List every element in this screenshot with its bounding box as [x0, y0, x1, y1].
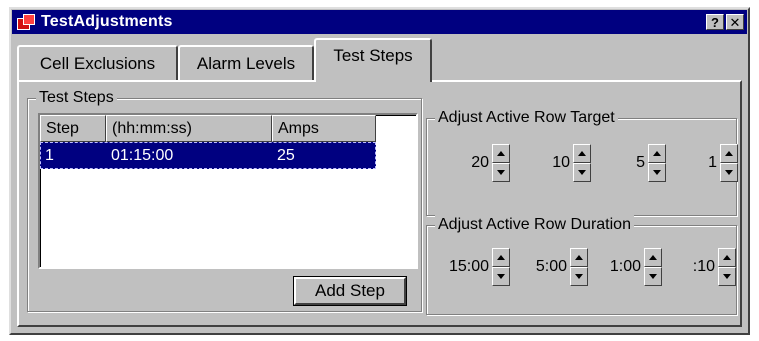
target-value-label: 1: [708, 154, 717, 171]
test-adjustments-window: TestAdjustments ? ✕ Cell Exclusions Alar…: [9, 7, 750, 335]
target-adjust-20: 20: [439, 144, 513, 182]
target-value-label: 5: [636, 154, 645, 171]
spin-down-button[interactable]: [644, 267, 662, 286]
arrow-down-icon: [497, 170, 505, 175]
duration-0-10-spinner[interactable]: [718, 248, 736, 286]
arrow-up-icon: [649, 255, 657, 260]
tab-cell-exclusions[interactable]: Cell Exclusions: [17, 45, 178, 80]
arrow-down-icon: [497, 274, 505, 279]
arrow-up-icon: [575, 255, 583, 260]
spin-up-button[interactable]: [492, 248, 510, 267]
title-bar[interactable]: TestAdjustments ? ✕: [12, 10, 747, 34]
list-header: Step (hh:mm:ss) Amps: [40, 115, 416, 142]
target-value-label: 20: [471, 154, 489, 171]
arrow-down-icon: [725, 170, 733, 175]
target-adjust-5: 5: [595, 144, 667, 182]
tab-alarm-levels[interactable]: Alarm Levels: [178, 45, 314, 80]
app-icon: [17, 14, 35, 30]
target-10-spinner[interactable]: [573, 144, 591, 182]
cell-time: 01:15:00: [111, 146, 174, 164]
test-steps-group: Test Steps Step (hh:mm:ss) Amps 1 01:15:…: [27, 88, 422, 312]
arrow-up-icon: [723, 255, 731, 260]
arrow-down-icon: [653, 170, 661, 175]
arrow-down-icon: [723, 274, 731, 279]
spin-down-button[interactable]: [573, 163, 591, 182]
duration-value-label: :10: [692, 258, 715, 275]
arrow-up-icon: [578, 151, 586, 156]
target-group-label: Adjust Active Row Target: [435, 108, 618, 128]
help-button[interactable]: ?: [706, 14, 724, 30]
arrow-up-icon: [653, 151, 661, 156]
test-steps-group-label: Test Steps: [36, 88, 117, 108]
spin-up-button[interactable]: [492, 144, 510, 163]
spin-up-button[interactable]: [570, 248, 588, 267]
spin-down-button[interactable]: [718, 267, 736, 286]
table-row[interactable]: 1 01:15:00 25: [40, 142, 376, 169]
duration-value-label: 5:00: [535, 258, 567, 275]
duration-1-00-spinner[interactable]: [644, 248, 662, 286]
target-20-spinner[interactable]: [492, 144, 510, 182]
duration-15-00-spinner[interactable]: [492, 248, 510, 286]
spin-up-button[interactable]: [718, 248, 736, 267]
duration-5-00-spinner[interactable]: [570, 248, 588, 286]
cell-step: 1: [45, 146, 54, 164]
spin-down-button[interactable]: [570, 267, 588, 286]
target-value-label: 10: [552, 154, 570, 171]
close-button[interactable]: ✕: [726, 14, 744, 30]
target-group: Adjust Active Row Target 20 10 5 1: [426, 108, 739, 216]
arrow-up-icon: [725, 151, 733, 156]
target-adjust-1: 1: [667, 144, 739, 182]
arrow-up-icon: [497, 151, 505, 156]
target-1-spinner[interactable]: [720, 144, 738, 182]
duration-group: Adjust Active Row Duration 15:00 5:00 1:…: [426, 215, 739, 315]
tab-test-steps[interactable]: Test Steps: [314, 38, 432, 82]
spin-up-button[interactable]: [644, 248, 662, 267]
column-header-amps[interactable]: Amps: [272, 115, 376, 142]
spin-down-button[interactable]: [648, 163, 666, 182]
duration-group-label: Adjust Active Row Duration: [435, 215, 634, 235]
target-adjust-10: 10: [520, 144, 592, 182]
arrow-down-icon: [578, 170, 586, 175]
spin-up-button[interactable]: [648, 144, 666, 163]
spin-down-button[interactable]: [492, 163, 510, 182]
arrow-down-icon: [575, 274, 583, 279]
column-header-step[interactable]: Step: [40, 115, 106, 142]
duration-adjust-1-00: 1:00: [589, 248, 667, 286]
duration-value-label: 15:00: [448, 258, 489, 275]
duration-adjust-5-00: 5:00: [515, 248, 591, 286]
spin-down-button[interactable]: [492, 267, 510, 286]
duration-adjust-0-10: :10: [667, 248, 739, 286]
arrow-up-icon: [497, 255, 505, 260]
test-steps-list[interactable]: Step (hh:mm:ss) Amps 1 01:15:00 25: [38, 113, 418, 269]
test-steps-panel: Test Steps Step (hh:mm:ss) Amps 1 01:15:…: [17, 80, 742, 327]
cell-amps: 25: [277, 146, 295, 164]
duration-value-label: 1:00: [609, 258, 641, 275]
spin-up-button[interactable]: [720, 144, 738, 163]
spin-up-button[interactable]: [573, 144, 591, 163]
target-5-spinner[interactable]: [648, 144, 666, 182]
duration-adjust-15-00: 15:00: [427, 248, 513, 286]
spin-down-button[interactable]: [720, 163, 738, 182]
arrow-down-icon: [649, 274, 657, 279]
window-title: TestAdjustments: [41, 13, 173, 30]
add-step-button[interactable]: Add Step: [294, 277, 406, 305]
column-header-time[interactable]: (hh:mm:ss): [106, 115, 272, 142]
